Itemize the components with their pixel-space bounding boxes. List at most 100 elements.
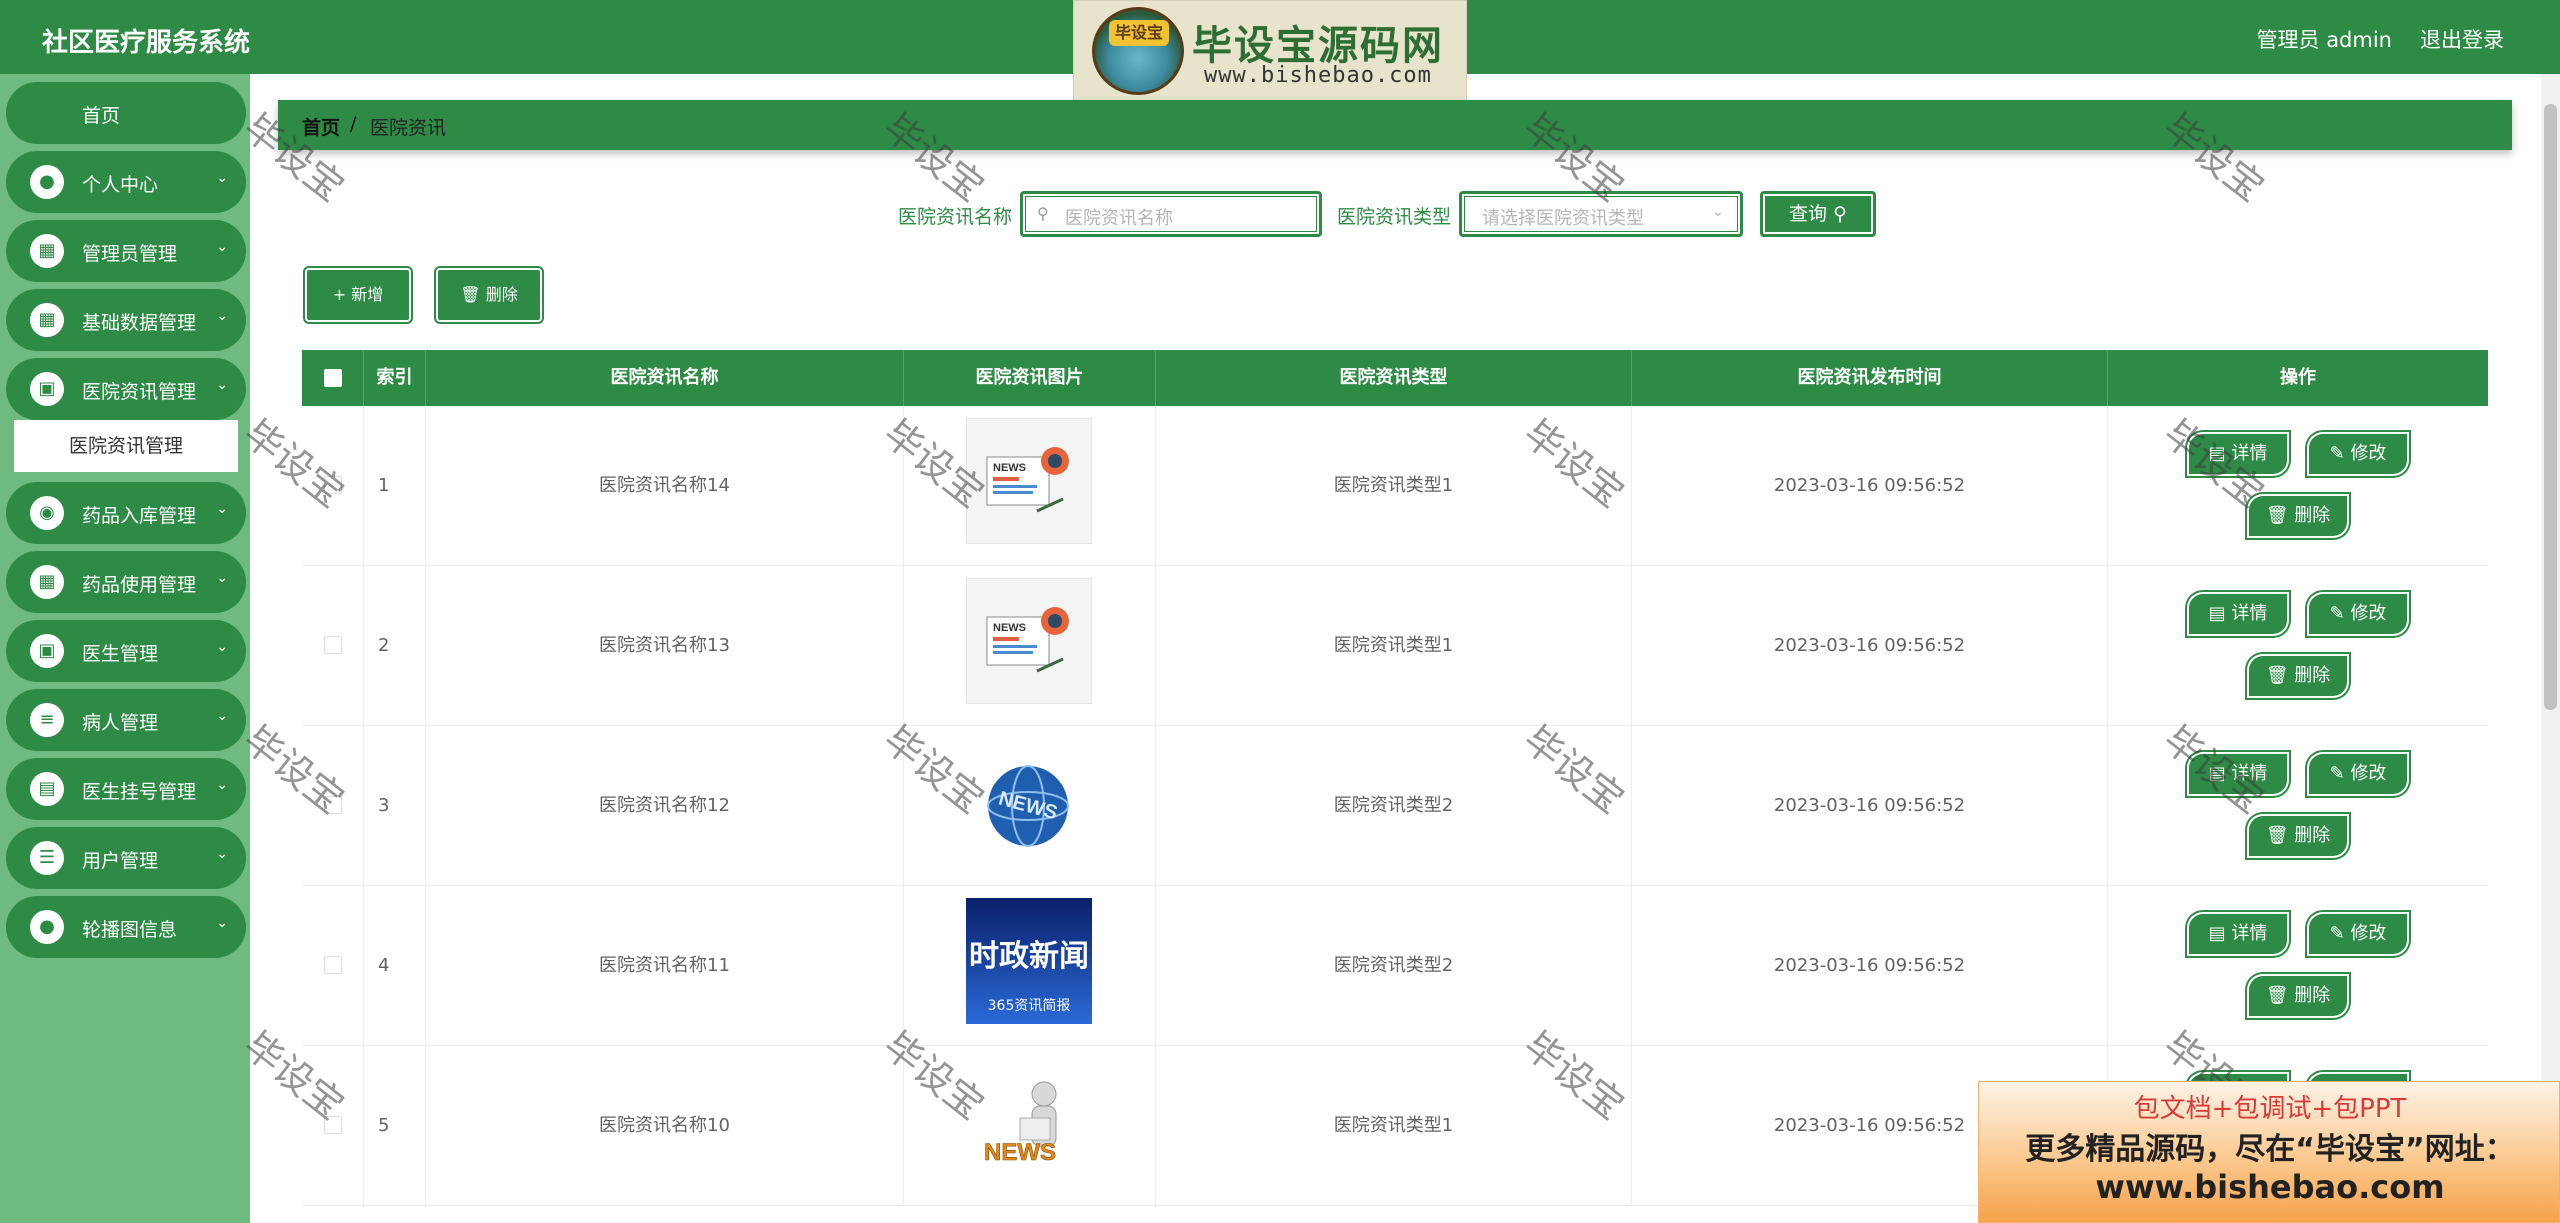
detail-button[interactable]: ▤ 详情 — [2187, 432, 2289, 476]
row-select-cell — [302, 886, 364, 1046]
sidebar-item-label: 基础数据管理 — [82, 312, 197, 334]
delete-button[interactable]: 🗑 删除 — [2247, 494, 2349, 538]
user-icon: ● — [30, 165, 64, 199]
search-type-select[interactable]: 请选择医院资讯类型 ⌄ — [1459, 191, 1743, 237]
edit-button[interactable]: ✎ 修改 — [2307, 592, 2409, 636]
row-select-cell — [302, 566, 364, 726]
sidebar-item-doctor-management[interactable]: ▣ 医生管理 ⌄ — [6, 620, 246, 682]
breadcrumb: 首页 / 医院资讯 — [278, 100, 2512, 150]
edit-button[interactable]: ✎ 修改 — [2307, 912, 2409, 956]
sidebar-item-doctor-registration[interactable]: ▤ 医生挂号管理 ⌄ — [6, 758, 246, 820]
sidebar-item-personal-center[interactable]: ● 个人中心 ⌄ — [6, 151, 246, 213]
thumb-news-text: NEWS — [993, 462, 1026, 474]
sidebar-item-drug-inbound[interactable]: ◉ 药品入库管理 ⌄ — [6, 482, 246, 544]
grid-icon: ▦ — [30, 565, 64, 599]
sidebar-item-carousel-info[interactable]: ● 轮播图信息 ⌄ — [6, 896, 246, 958]
select-all-checkbox[interactable] — [324, 369, 342, 387]
sidebar-item-home[interactable]: 首页 — [6, 82, 246, 144]
news-thumbnail-image: NEWS — [966, 1058, 1092, 1184]
site-logo-banner: 毕设宝 毕设宝源码网 www.bishebao.com — [1073, 0, 1467, 102]
column-header-time: 医院资讯发布时间 — [1632, 350, 2108, 406]
batch-delete-button[interactable]: 🗑 删除 — [436, 268, 542, 322]
logout-link[interactable]: 退出登录 — [2420, 24, 2504, 54]
row-checkbox[interactable] — [324, 796, 342, 814]
sidebar-item-label: 病人管理 — [82, 712, 159, 734]
row-name: 医院资讯名称13 — [426, 566, 904, 726]
sidebar-item-base-data[interactable]: ▦ 基础数据管理 ⌄ — [6, 289, 246, 351]
delete-button[interactable]: 🗑 删除 — [2247, 814, 2349, 858]
search-name-label: 医院资讯名称 — [898, 206, 1013, 228]
header-select-all-cell — [302, 350, 364, 406]
sidebar-item-admin-management[interactable]: ▦ 管理员管理 ⌄ — [6, 220, 246, 282]
table-row: 4 医院资讯名称11 时政新闻 365资讯简报 医院资讯类型2 2023-03-… — [302, 886, 2488, 1046]
table-row: 1 医院资讯名称14 NEWS 医院资讯类型1 2023-03-16 09:56… — [302, 406, 2488, 566]
table-row: 2 医院资讯名称13 NEWS 医院资讯类型1 2023-03-16 09:56… — [302, 566, 2488, 726]
row-actions-cell — [2108, 566, 2488, 726]
chevron-down-icon: ⌄ — [216, 170, 228, 186]
column-header-name: 医院资讯名称 — [426, 350, 904, 406]
sidebar-item-patient-management[interactable]: ≡ 病人管理 ⌄ — [6, 689, 246, 751]
column-header-index: 索引 — [364, 350, 426, 406]
detail-button[interactable]: ▤ 详情 — [2187, 912, 2289, 956]
thumb-news-text: NEWS — [993, 622, 1026, 634]
edit-button[interactable]: ✎ 修改 — [2307, 432, 2409, 476]
detail-button[interactable]: ▤ 详情 — [2187, 592, 2289, 636]
scrollbar-thumb[interactable] — [2544, 104, 2557, 710]
add-button-label: 新增 — [351, 285, 384, 304]
row-type: 医院资讯类型2 — [1156, 726, 1632, 886]
briefcase-icon: ▣ — [30, 634, 64, 668]
row-checkbox[interactable] — [324, 956, 342, 974]
grid-icon: ▦ — [30, 303, 64, 337]
thumb-politics-title: 时政新闻 — [969, 939, 1089, 974]
trash-icon: 🗑 — [460, 285, 486, 304]
promo-url-text: www.bishebao.com — [2095, 1168, 2445, 1206]
column-header-type: 医院资讯类型 — [1156, 350, 1632, 406]
news-thumbnail-image: NEWS — [966, 578, 1092, 704]
sidebar-item-user-management[interactable]: ☰ 用户管理 ⌄ — [6, 827, 246, 889]
row-checkbox[interactable] — [324, 476, 342, 494]
delete-button[interactable]: 🗑 删除 — [2247, 654, 2349, 698]
sidebar-item-label: 用户管理 — [82, 850, 159, 872]
detail-button-label: 详情 — [2231, 603, 2268, 624]
promo-banner: 包文档+包调试+包PPT 更多精品源码，尽在“毕设宝”网址： www.bishe… — [1978, 1081, 2560, 1223]
query-button[interactable]: 查询 ⚲ — [1760, 191, 1876, 237]
sidebar-item-drug-usage[interactable]: ▦ 药品使用管理 ⌄ — [6, 551, 246, 613]
add-button[interactable]: + 新增 — [305, 268, 411, 322]
promo-middle-text: 更多精品源码，尽在“毕设宝”网址： — [2025, 1132, 2515, 1167]
trash-icon: 🗑 — [2265, 505, 2295, 526]
search-name-input[interactable]: ⚲ 医院资讯名称 — [1020, 191, 1322, 237]
sidebar-item-label: 医院资讯管理 — [82, 381, 197, 403]
delete-button[interactable]: 🗑 删除 — [2247, 974, 2349, 1018]
chevron-down-icon: ⌄ — [1712, 204, 1724, 220]
sidebar-item-label: 个人中心 — [82, 174, 159, 196]
row-actions-cell — [2108, 886, 2488, 1046]
chevron-down-icon: ⌄ — [216, 501, 228, 517]
edit-button-label: 修改 — [2350, 603, 2387, 624]
table-header: 索引 医院资讯名称 医院资讯图片 医院资讯类型 医院资讯发布时间 操作 — [302, 350, 2488, 406]
chevron-down-icon: ⌄ — [216, 777, 228, 793]
column-header-image: 医院资讯图片 — [904, 350, 1156, 406]
row-type: 医院资讯类型1 — [1156, 406, 1632, 566]
row-checkbox[interactable] — [324, 636, 342, 654]
row-name: 医院资讯名称14 — [426, 406, 904, 566]
table-row: 3 医院资讯名称12 NEWS 医院资讯类型2 2023-03-16 09:56… — [302, 726, 2488, 886]
submenu-item-hospital-news-management[interactable]: 医院资讯管理 — [14, 420, 238, 472]
column-header-actions: 操作 — [2280, 367, 2316, 388]
row-index: 1 — [364, 406, 426, 566]
chevron-down-icon: ⌄ — [216, 570, 228, 586]
detail-icon: ▤ — [2208, 923, 2232, 944]
delete-button-label: 删除 — [2294, 505, 2331, 526]
row-checkbox[interactable] — [324, 1116, 342, 1134]
row-type: 医院资讯类型1 — [1156, 566, 1632, 726]
logo-badge-icon: 毕设宝 — [1092, 7, 1184, 95]
sidebar-item-hospital-news[interactable]: ▣ 医院资讯管理 ⌄ — [6, 358, 246, 420]
chevron-down-icon: ⌄ — [216, 708, 228, 724]
page-scrollbar[interactable] — [2541, 74, 2560, 1223]
breadcrumb-home[interactable]: 首页 — [302, 113, 340, 140]
detail-icon: ▤ — [2208, 443, 2232, 464]
edit-button[interactable]: ✎ 修改 — [2307, 752, 2409, 796]
sidebar-item-label: 药品入库管理 — [82, 505, 197, 527]
row-select-cell — [302, 726, 364, 886]
detail-button[interactable]: ▤ 详情 — [2187, 752, 2289, 796]
sidebar-item-label: 轮播图信息 — [82, 919, 178, 941]
